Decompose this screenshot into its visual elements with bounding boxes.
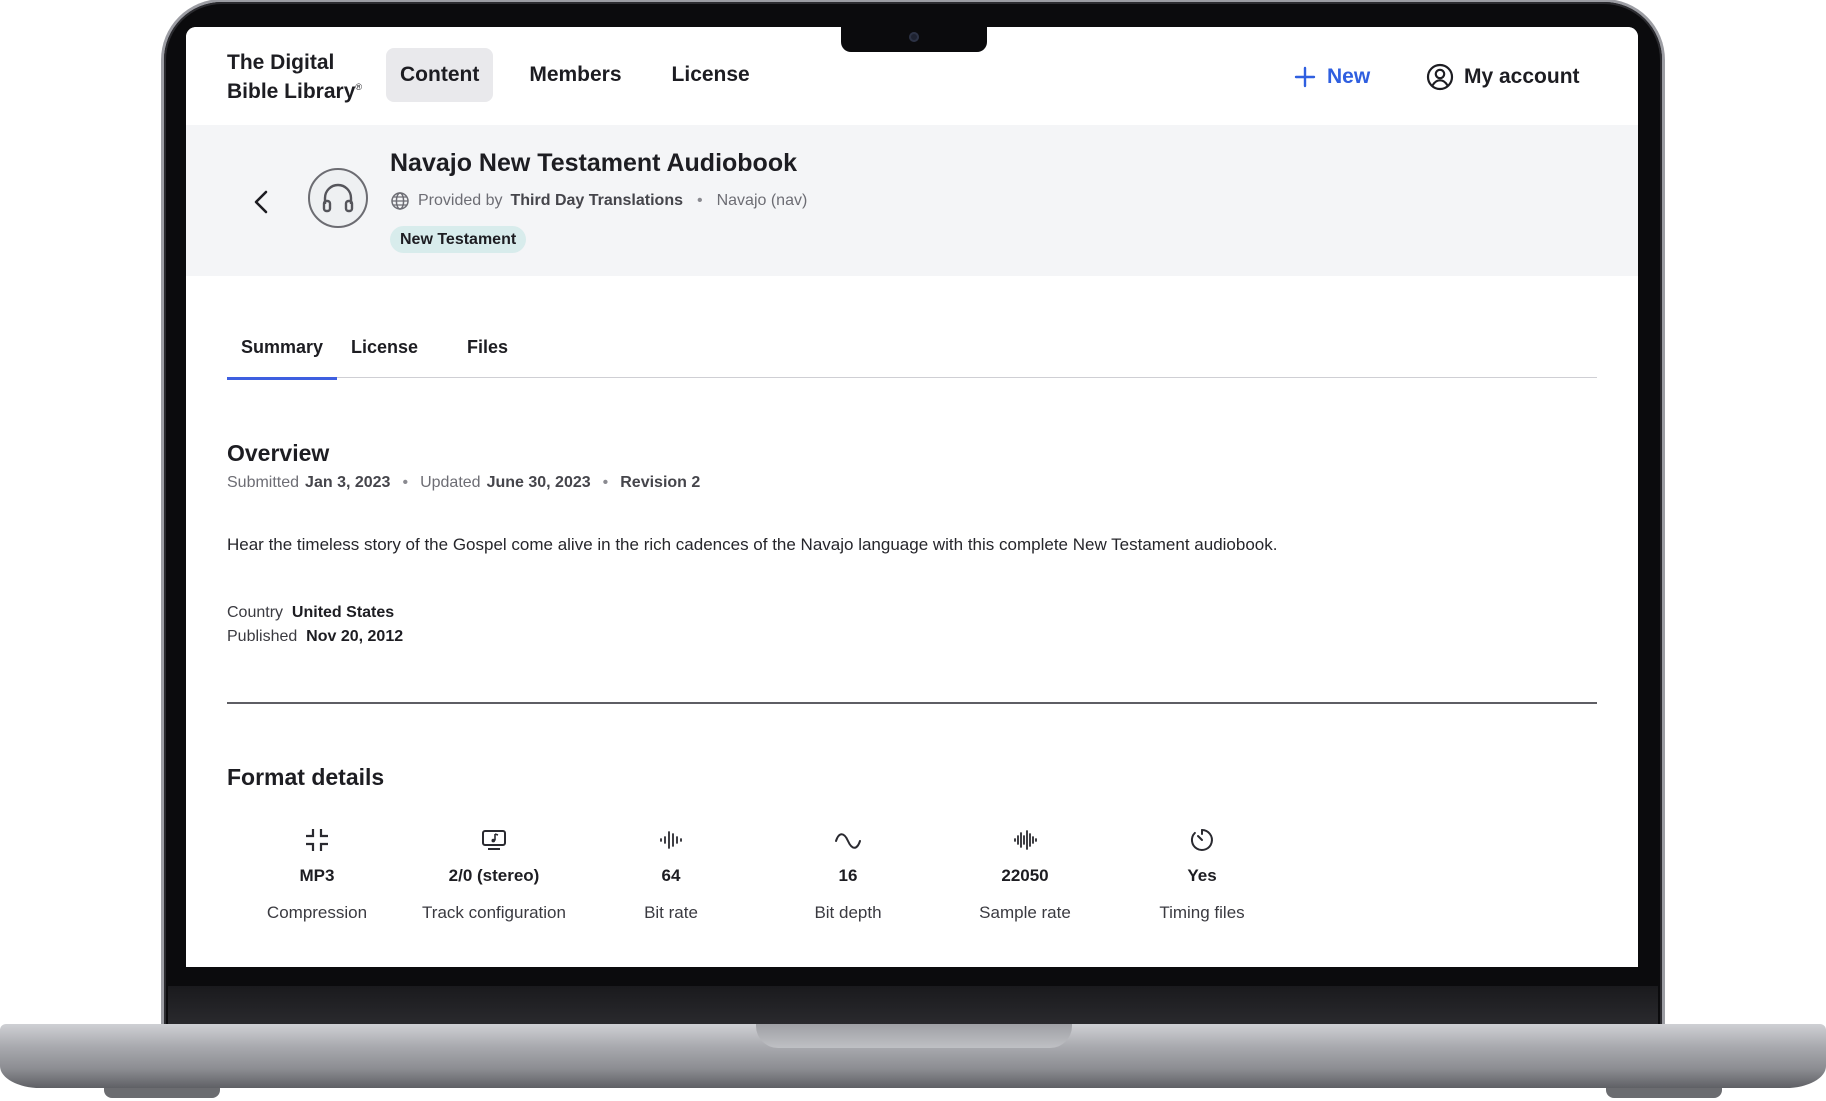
timer-icon [1190,829,1213,851]
chevron-left-icon [254,190,268,214]
format-label: Track configuration [422,903,566,922]
laptop-opening-notch [756,1024,1072,1048]
laptop-foot-right [1606,1088,1722,1098]
tab-files[interactable]: Files [467,335,508,378]
laptop-chin [168,986,1658,1026]
format-item-compression: MP3 Compression [227,823,407,923]
my-account-label: My account [1464,65,1580,88]
app-screen: The Digital Bible Library® Content Membe… [186,27,1638,967]
nav-license[interactable]: License [658,48,764,102]
sine-wave-icon [835,833,861,849]
format-details-grid: MP3 Compression 2/0 (stereo) Track confi… [227,823,1327,943]
page-title: Navajo New Testament Audiobook [390,149,798,177]
my-account-button[interactable]: My account [1426,59,1580,95]
format-value: 16 [838,866,858,885]
overview-heading: Overview [227,440,330,466]
updated-label: Updated [420,474,481,491]
format-label: Bit depth [814,903,882,922]
format-item-bit-rate: 64 Bit rate [581,823,761,923]
laptop-foot-left [104,1088,220,1098]
format-item-bit-depth: 16 Bit depth [758,823,938,923]
new-button-label: New [1327,65,1371,88]
meta-separator: • [696,192,703,209]
format-item-sample-rate: 22050 Sample rate [935,823,1115,923]
waveform-icon [660,831,682,849]
format-label: Bit rate [644,903,698,922]
format-details-heading: Format details [227,764,385,790]
camera-notch [841,26,987,52]
main-nav: Content Members License [386,48,764,102]
submitted-label: Submitted [227,474,300,491]
published-label: Published [227,628,298,645]
format-value: 22050 [1001,866,1049,885]
tab-license[interactable]: License [351,335,418,378]
format-label: Sample rate [979,903,1071,922]
country-row: Country United States [227,601,403,625]
logo-line-1: The Digital [227,51,335,74]
tab-summary[interactable]: Summary [226,335,338,380]
submitted-date: Jan 3, 2023 [305,474,391,491]
item-header-band: Navajo New Testament Audiobook Provided … [186,125,1638,276]
camera-icon [909,32,919,42]
format-value: Yes [1187,866,1217,885]
revision-number: Revision 2 [620,474,701,491]
published-row: Published Nov 20, 2012 [227,625,403,649]
headphones-icon [322,183,354,213]
back-button[interactable] [246,187,276,217]
provided-by-label: Provided by [418,192,503,209]
facts-list: Country United States Published Nov 20, … [227,601,403,649]
country-value: United States [291,604,395,621]
format-item-timing-files: Yes Timing files [1112,823,1292,923]
format-value: 2/0 (stereo) [448,866,540,885]
description: Hear the timeless story of the Gospel co… [227,535,1278,554]
updated-date: June 30, 2023 [486,474,591,491]
globe-icon [391,192,409,210]
format-value: 64 [661,866,681,885]
section-divider [227,702,1597,704]
monitor-music-icon [482,830,506,850]
registered-mark: ® [355,82,363,92]
provider-link[interactable]: Third Day Translations [511,192,683,210]
tab-bar: Summary License Files [226,335,1597,380]
format-label: Compression [266,903,368,922]
compress-icon [306,829,328,851]
format-value: MP3 [299,866,335,885]
format-label: Timing files [1159,903,1245,922]
format-item-track-configuration: 2/0 (stereo) Track configuration [404,823,584,923]
meta-separator: • [602,474,609,491]
published-value: Nov 20, 2012 [306,628,404,645]
nav-members[interactable]: Members [515,48,635,102]
user-circle-icon [1426,63,1454,91]
country-label: Country [227,604,284,621]
language-label: Navajo (nav) [716,192,808,209]
media-type-badge [308,168,368,228]
logo[interactable]: The Digital Bible Library® [227,50,362,104]
new-button[interactable]: New [1293,59,1370,95]
audio-wave-icon [1014,830,1037,850]
meta-separator: • [402,474,409,491]
item-meta: Provided by Third Day Translations • Nav… [390,191,807,211]
scope-tag: New Testament [390,226,527,253]
logo-line-2: Bible Library [227,80,356,103]
plus-icon [1294,66,1316,88]
revision-meta: Submitted Jan 3, 2023 • Updated June 30,… [227,474,700,492]
nav-content[interactable]: Content [386,48,494,102]
